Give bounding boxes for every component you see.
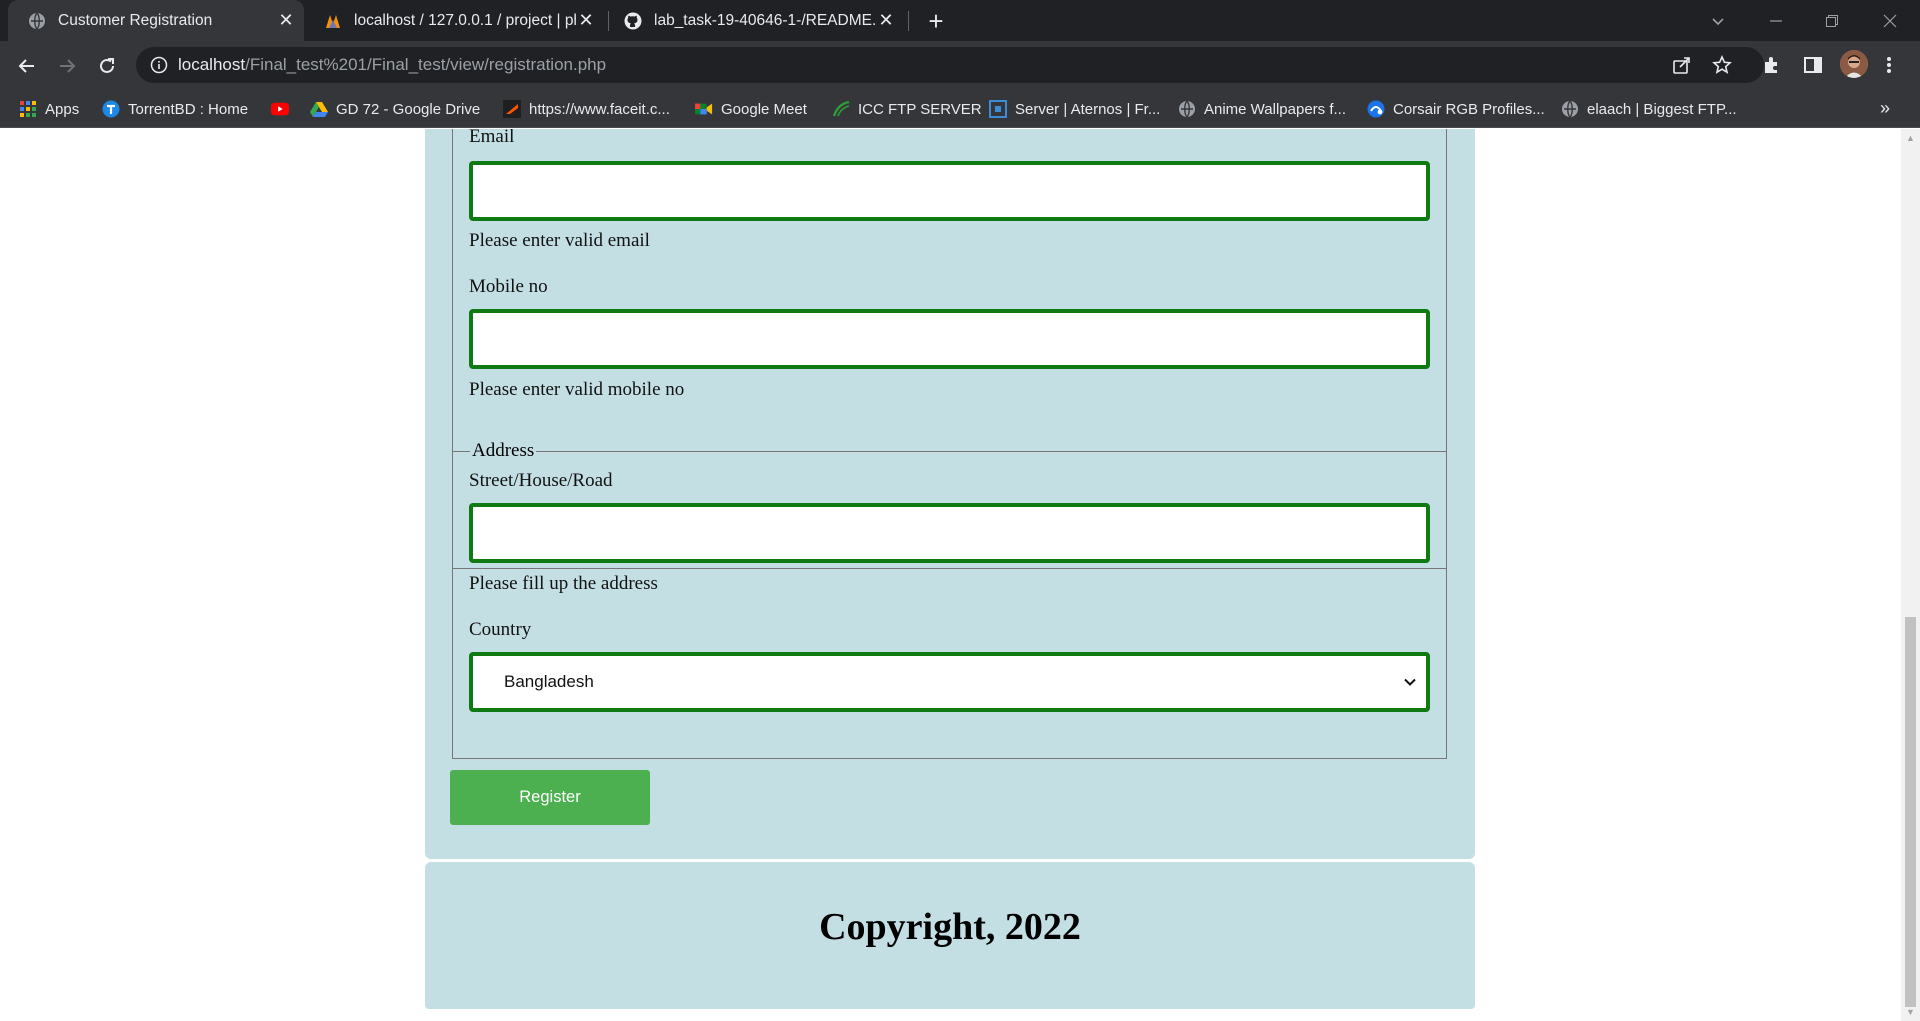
bookmark-torrentbd[interactable]: TorrentBD : Home — [102, 98, 248, 120]
street-error-message: Please fill up the address — [469, 573, 658, 594]
bookmark-google-meet[interactable]: Google Meet — [695, 98, 807, 120]
bookmark-elaach[interactable]: elaach | Biggest FTP... — [1561, 98, 1737, 120]
faceit-icon — [503, 100, 521, 118]
bookmark-label: Apps — [45, 100, 80, 118]
bookmark-apps[interactable]: Apps — [19, 98, 79, 120]
google-drive-icon — [310, 100, 328, 118]
back-arrow-icon — [18, 59, 34, 73]
bookmark-youtube[interactable] — [271, 98, 297, 120]
bookmark-star-icon[interactable] — [1712, 55, 1732, 75]
apps-grid-icon — [19, 100, 37, 118]
forward-arrow-icon — [60, 59, 76, 73]
github-icon — [624, 12, 642, 30]
side-panel-icon[interactable] — [1802, 54, 1824, 76]
browser-tab-strip: Customer Registration ✕ localhost / 127.… — [0, 0, 1920, 41]
bookmarks-bar: Apps TorrentBD : Home GD 72 - Google Dri… — [0, 90, 1920, 128]
profile-avatar[interactable] — [1840, 50, 1868, 78]
chrome-menu-icon[interactable] — [1884, 54, 1894, 76]
vertical-scrollbar[interactable]: ▲ ▼ — [1901, 129, 1920, 1021]
close-tab-icon[interactable]: ✕ — [876, 10, 896, 31]
mobile-field[interactable] — [469, 309, 1430, 369]
bookmark-label: GD 72 - Google Drive — [336, 100, 481, 118]
bookmark-label: Google Meet — [721, 100, 807, 118]
address-legend: Address — [470, 440, 537, 462]
mobile-label: Mobile no — [469, 276, 548, 297]
register-button[interactable]: Register — [450, 770, 650, 825]
bookmark-corsair[interactable]: Corsair RGB Profiles... — [1367, 98, 1545, 120]
back-button[interactable] — [11, 50, 43, 82]
scrollbar-thumb[interactable] — [1905, 617, 1916, 1007]
url-path: /Final_test%201/Final_test/view/registra… — [245, 55, 607, 74]
mobile-error-message: Please enter valid mobile no — [469, 379, 685, 400]
address-bar[interactable]: localhost/Final_test%201/Final_test/view… — [136, 47, 1764, 83]
share-icon[interactable] — [1672, 55, 1692, 75]
restore-button[interactable] — [1804, 0, 1860, 41]
aternos-icon — [989, 100, 1007, 118]
email-error-message: Please enter valid email — [469, 230, 650, 251]
url-text[interactable]: localhost/Final_test%201/Final_test/view… — [178, 55, 606, 75]
scroll-up-arrow-icon[interactable]: ▲ — [1905, 133, 1916, 143]
tab-title: Customer Registration — [58, 11, 213, 29]
street-label: Street/House/Road — [469, 470, 613, 491]
copyright-text: Copyright, 2022 — [819, 906, 1081, 948]
country-label: Country — [469, 619, 532, 640]
bookmark-anime-wallpapers[interactable]: Anime Wallpapers f... — [1178, 98, 1346, 120]
bookmark-label: https://www.faceit.c... — [529, 100, 670, 118]
google-meet-icon — [695, 100, 713, 118]
close-tab-icon[interactable]: ✕ — [576, 10, 596, 31]
street-field[interactable] — [469, 503, 1430, 563]
tab-github-readme[interactable]: lab_task-19-40646-1-/README.m ✕ — [612, 0, 904, 41]
site-info-icon[interactable] — [150, 56, 168, 74]
tab-search-button[interactable] — [1690, 0, 1746, 41]
corsair-icon — [1367, 100, 1385, 118]
bookmarks-overflow-button[interactable]: » — [1880, 98, 1890, 119]
address-fieldset — [452, 451, 1447, 759]
tab-separator — [908, 11, 909, 31]
bookmark-label: Server | Aternos | Fr... — [1015, 100, 1161, 118]
tab-customer-registration[interactable]: Customer Registration ✕ — [8, 0, 304, 41]
tab-title: localhost / 127.0.0.1 / project | ph — [354, 11, 576, 29]
globe-icon — [1561, 100, 1579, 118]
scroll-down-arrow-icon[interactable]: ▼ — [1905, 1007, 1916, 1017]
url-host: localhost — [178, 55, 246, 74]
country-select[interactable]: Bangladesh — [469, 652, 1430, 712]
close-tab-icon[interactable]: ✕ — [276, 10, 296, 31]
tab-separator — [608, 11, 609, 31]
tab-title: lab_task-19-40646-1-/README.m — [654, 11, 876, 29]
bookmark-faceit[interactable]: https://www.faceit.c... — [503, 98, 670, 120]
reload-icon — [100, 58, 114, 73]
minimize-button[interactable] — [1748, 0, 1804, 41]
globe-icon — [28, 12, 46, 30]
bookmark-label: Anime Wallpapers f... — [1204, 100, 1346, 118]
bookmark-google-drive[interactable]: GD 72 - Google Drive — [310, 98, 480, 120]
youtube-icon — [271, 100, 289, 118]
new-tab-button[interactable]: + — [922, 6, 950, 36]
chevron-down-icon — [1402, 674, 1418, 690]
icc-icon — [832, 100, 850, 118]
extensions-icon[interactable] — [1761, 54, 1783, 76]
bookmark-label: TorrentBD : Home — [128, 100, 249, 118]
country-selected-value: Bangladesh — [504, 672, 594, 691]
tab-phpmyadmin[interactable]: localhost / 127.0.0.1 / project | ph ✕ — [312, 0, 604, 41]
close-window-button[interactable] — [1862, 0, 1918, 41]
email-label: Email — [469, 129, 515, 147]
phpmyadmin-icon — [324, 12, 342, 30]
bookmark-label: Corsair RGB Profiles... — [1393, 100, 1545, 118]
bookmark-label: elaach | Biggest FTP... — [1587, 100, 1737, 118]
reload-button[interactable] — [91, 50, 123, 82]
browser-toolbar: localhost/Final_test%201/Final_test/view… — [0, 41, 1920, 90]
bookmark-label: ICC FTP SERVER — [858, 100, 982, 118]
page-footer: Copyright, 2022 — [425, 862, 1475, 1009]
globe-icon — [1178, 100, 1196, 118]
email-field[interactable] — [469, 161, 1430, 221]
forward-button[interactable] — [51, 50, 83, 82]
bookmark-aternos[interactable]: Server | Aternos | Fr... — [989, 98, 1160, 120]
torrentbd-icon — [102, 100, 120, 118]
page-viewport: Email Please enter valid email Mobile no… — [0, 129, 1920, 1021]
bookmark-icc-ftp[interactable]: ICC FTP SERVER — [832, 98, 982, 120]
